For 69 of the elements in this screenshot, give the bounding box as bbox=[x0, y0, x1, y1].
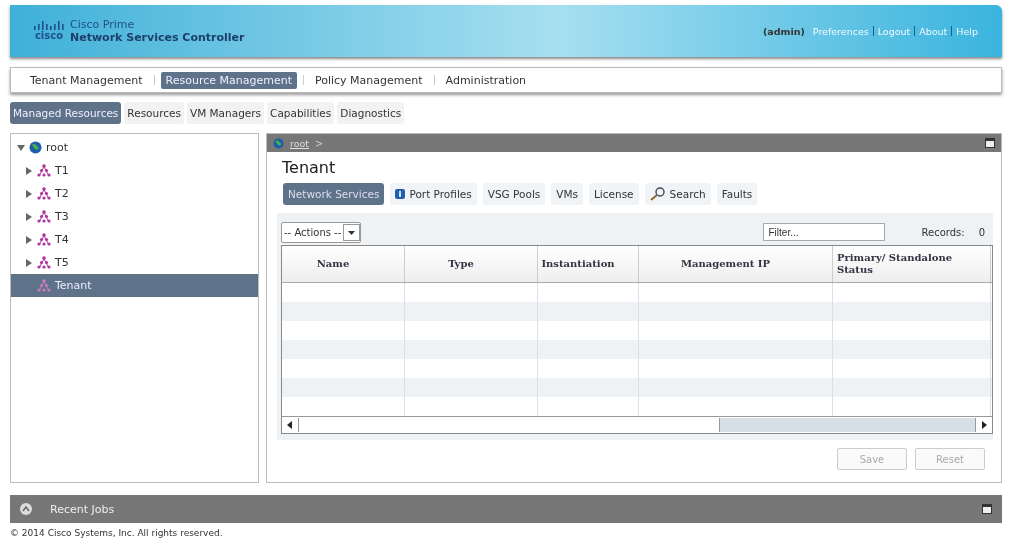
nav-tab[interactable]: Tenant Management bbox=[25, 71, 148, 89]
expand-arrow-icon[interactable] bbox=[25, 189, 33, 198]
column-header[interactable]: Instantiation bbox=[538, 246, 639, 282]
expand-arrow-icon[interactable] bbox=[25, 235, 33, 244]
tree-label: T1 bbox=[55, 164, 69, 177]
tree-item[interactable]: T1 bbox=[11, 159, 258, 182]
recent-jobs-title: Recent Jobs bbox=[50, 502, 115, 516]
copyright-text: © 2014 Cisco Systems, Inc. All rights reserved. bbox=[10, 528, 224, 538]
tree-item[interactable]: T2 bbox=[11, 182, 258, 205]
content-tab[interactable]: VSG Pools bbox=[482, 183, 546, 205]
tree-label: T3 bbox=[55, 210, 69, 223]
user-name: (admin) bbox=[763, 25, 805, 37]
nav-tab[interactable]: Administration bbox=[440, 71, 532, 89]
content-tab[interactable]: Faults bbox=[716, 183, 758, 205]
expand-arrow-icon[interactable] bbox=[25, 212, 33, 221]
tree-item[interactable]: T5 bbox=[11, 251, 258, 274]
tenant-hierarchy-icon bbox=[37, 256, 51, 269]
content-tab[interactable]: Search bbox=[644, 183, 711, 205]
tenant-hierarchy-icon bbox=[37, 210, 51, 223]
records-label: Records: bbox=[921, 226, 965, 238]
filter-field[interactable]: Filter... bbox=[763, 223, 886, 241]
tree-item[interactable]: T3 bbox=[11, 205, 258, 228]
content-tab[interactable]: VMs bbox=[551, 183, 583, 205]
info-icon bbox=[395, 189, 406, 199]
column-header[interactable]: Management IP bbox=[639, 246, 833, 282]
tenant-hierarchy-icon bbox=[37, 279, 51, 292]
search-icon bbox=[649, 187, 666, 201]
nav-tab[interactable]: Resource Management bbox=[160, 71, 297, 89]
column-header[interactable]: Name bbox=[282, 246, 405, 282]
breadcrumb-separator: > bbox=[315, 137, 324, 149]
maximize-icon[interactable] bbox=[982, 504, 992, 514]
tree-label: Tenant bbox=[55, 279, 92, 292]
sub-tab[interactable]: Capabilities bbox=[267, 102, 335, 124]
globe-icon bbox=[29, 141, 42, 154]
content-tab[interactable]: Port Profiles bbox=[390, 183, 477, 205]
tenant-hierarchy-icon bbox=[37, 233, 51, 246]
nav-tab[interactable]: Policy Management bbox=[310, 71, 428, 89]
tenant-hierarchy-icon bbox=[37, 164, 51, 177]
expand-circle-icon[interactable] bbox=[20, 503, 32, 515]
tree-item[interactable]: Tenant bbox=[11, 274, 258, 297]
sub-tab[interactable]: VM Managers bbox=[186, 102, 265, 124]
tree-label: root bbox=[46, 141, 69, 154]
column-header[interactable]: Type bbox=[405, 246, 538, 282]
tree-label: T5 bbox=[55, 256, 69, 269]
sub-tab[interactable]: Resources bbox=[124, 102, 184, 124]
records-count: 0 bbox=[978, 226, 985, 238]
column-header[interactable]: Primary/ Standalone Status bbox=[833, 246, 991, 282]
logo-text: cisco bbox=[34, 30, 64, 41]
globe-icon bbox=[273, 137, 284, 149]
tree-label: T4 bbox=[55, 233, 69, 246]
expand-arrow-icon[interactable] bbox=[25, 258, 33, 267]
product-subtitle: Network Services Controller bbox=[70, 31, 245, 44]
product-name: Cisco Prime bbox=[70, 18, 136, 31]
actions-dropdown[interactable]: -- Actions -- bbox=[281, 221, 362, 243]
tenant-hierarchy-icon bbox=[37, 187, 51, 200]
expand-arrow-icon[interactable] bbox=[25, 166, 33, 175]
content-tab[interactable]: Network Services bbox=[283, 183, 385, 205]
panel-title: Tenant bbox=[282, 158, 337, 177]
tree-item[interactable]: root bbox=[11, 136, 258, 159]
maximize-icon[interactable] bbox=[985, 138, 995, 148]
caret-icon bbox=[343, 223, 361, 241]
tree-item[interactable]: T4 bbox=[11, 228, 258, 251]
horizontal-scrollbar[interactable] bbox=[282, 416, 992, 433]
collapse-arrow-icon[interactable] bbox=[17, 143, 25, 152]
sub-tab[interactable]: Diagnostics bbox=[337, 102, 405, 124]
sub-tab[interactable]: Managed Resources bbox=[10, 102, 122, 124]
cisco-logo-icon bbox=[34, 21, 64, 30]
tree-label: T2 bbox=[55, 187, 69, 200]
content-tab[interactable]: License bbox=[589, 183, 639, 205]
